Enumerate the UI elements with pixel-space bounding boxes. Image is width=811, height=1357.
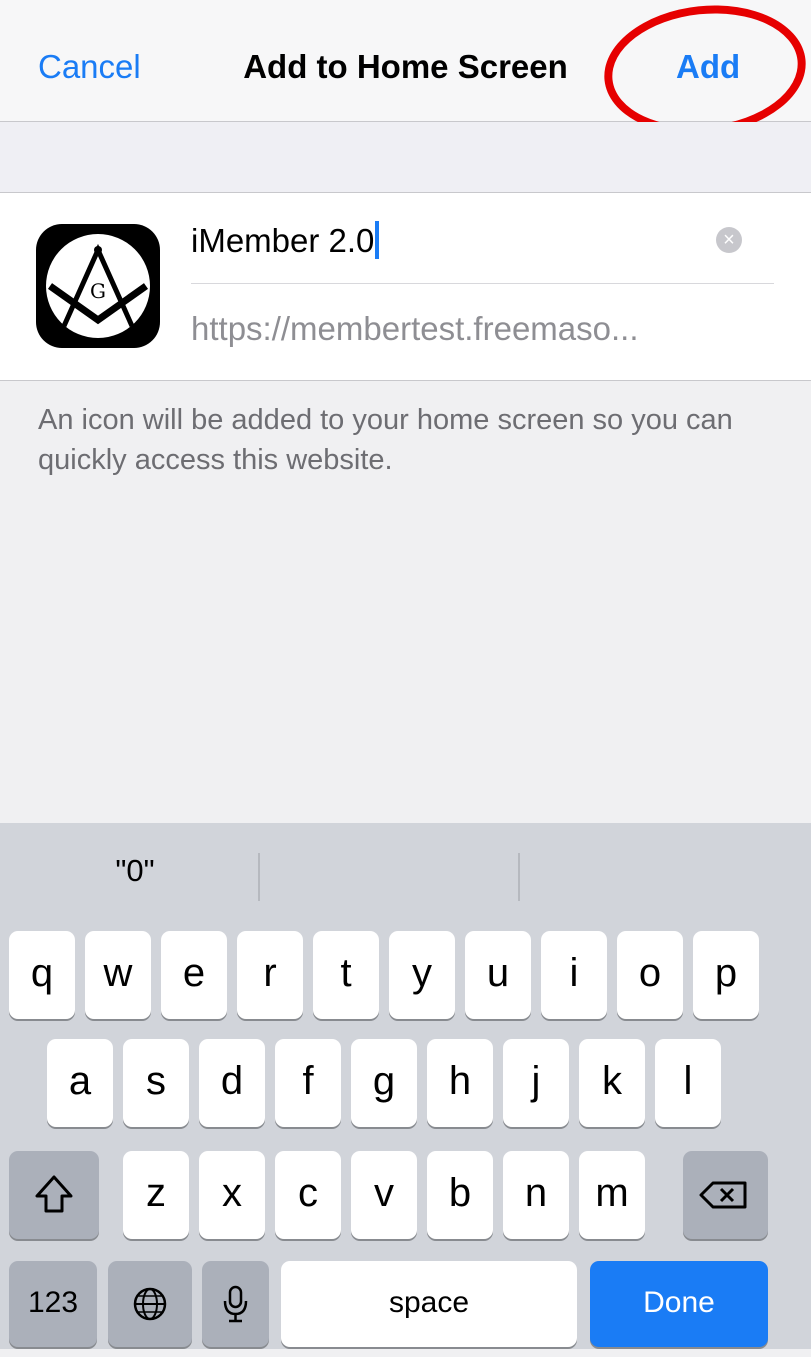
key-k[interactable]: k — [579, 1039, 645, 1127]
key-d[interactable]: d — [199, 1039, 265, 1127]
key-o[interactable]: o — [617, 931, 683, 1019]
key-h[interactable]: h — [427, 1039, 493, 1127]
prediction-1[interactable]: "0" — [0, 853, 270, 889]
done-key[interactable]: Done — [590, 1261, 768, 1347]
key-b[interactable]: b — [427, 1151, 493, 1239]
delete-backspace-icon — [699, 1181, 747, 1209]
key-g[interactable]: g — [351, 1039, 417, 1127]
key-t[interactable]: t — [313, 931, 379, 1019]
icon-letter: G — [90, 279, 106, 303]
key-u[interactable]: u — [465, 931, 531, 1019]
globe-icon — [133, 1287, 167, 1321]
key-j[interactable]: j — [503, 1039, 569, 1127]
name-input[interactable]: iMember 2.0 — [191, 221, 711, 260]
key-z[interactable]: z — [123, 1151, 189, 1239]
key-f[interactable]: f — [275, 1039, 341, 1127]
cancel-button[interactable]: Cancel — [38, 48, 141, 86]
key-i[interactable]: i — [541, 931, 607, 1019]
key-s[interactable]: s — [123, 1039, 189, 1127]
key-c[interactable]: c — [275, 1151, 341, 1239]
microphone-icon — [223, 1285, 248, 1323]
key-v[interactable]: v — [351, 1151, 417, 1239]
key-x[interactable]: x — [199, 1151, 265, 1239]
key-r[interactable]: r — [237, 931, 303, 1019]
key-m[interactable]: m — [579, 1151, 645, 1239]
globe-key[interactable] — [108, 1261, 192, 1347]
clear-text-icon[interactable]: × — [716, 227, 742, 253]
key-p[interactable]: p — [693, 931, 759, 1019]
dictation-key[interactable] — [202, 1261, 269, 1347]
key-a[interactable]: a — [47, 1039, 113, 1127]
url-field: https://membertest.freemaso... — [191, 310, 639, 347]
delete-key[interactable] — [683, 1151, 768, 1239]
shift-icon — [35, 1175, 73, 1213]
predictive-text-bar: "0" — [0, 823, 811, 927]
keyboard: "0" q w e r t y u i o p a s d f g h j k … — [0, 823, 811, 1349]
key-l[interactable]: l — [655, 1039, 721, 1127]
space-key[interactable]: space — [281, 1261, 577, 1347]
shift-key[interactable] — [9, 1151, 99, 1239]
name-input-value: iMember 2.0 — [191, 222, 375, 259]
key-w[interactable]: w — [85, 931, 151, 1019]
numbers-key[interactable]: 123 — [9, 1261, 97, 1347]
bookmark-form: G iMember 2.0 × https://membertest.freem… — [0, 192, 811, 381]
key-y[interactable]: y — [389, 931, 455, 1019]
help-text: An icon will be added to your home scree… — [38, 404, 733, 476]
prediction-divider — [258, 853, 260, 901]
text-caret — [375, 221, 380, 259]
prediction-divider — [518, 853, 520, 901]
key-e[interactable]: e — [161, 931, 227, 1019]
app-icon-preview: G — [36, 224, 160, 348]
section-spacer — [0, 122, 811, 192]
square-and-compasses-icon: G — [46, 234, 150, 338]
key-n[interactable]: n — [503, 1151, 569, 1239]
field-divider — [191, 283, 774, 284]
key-q[interactable]: q — [9, 931, 75, 1019]
